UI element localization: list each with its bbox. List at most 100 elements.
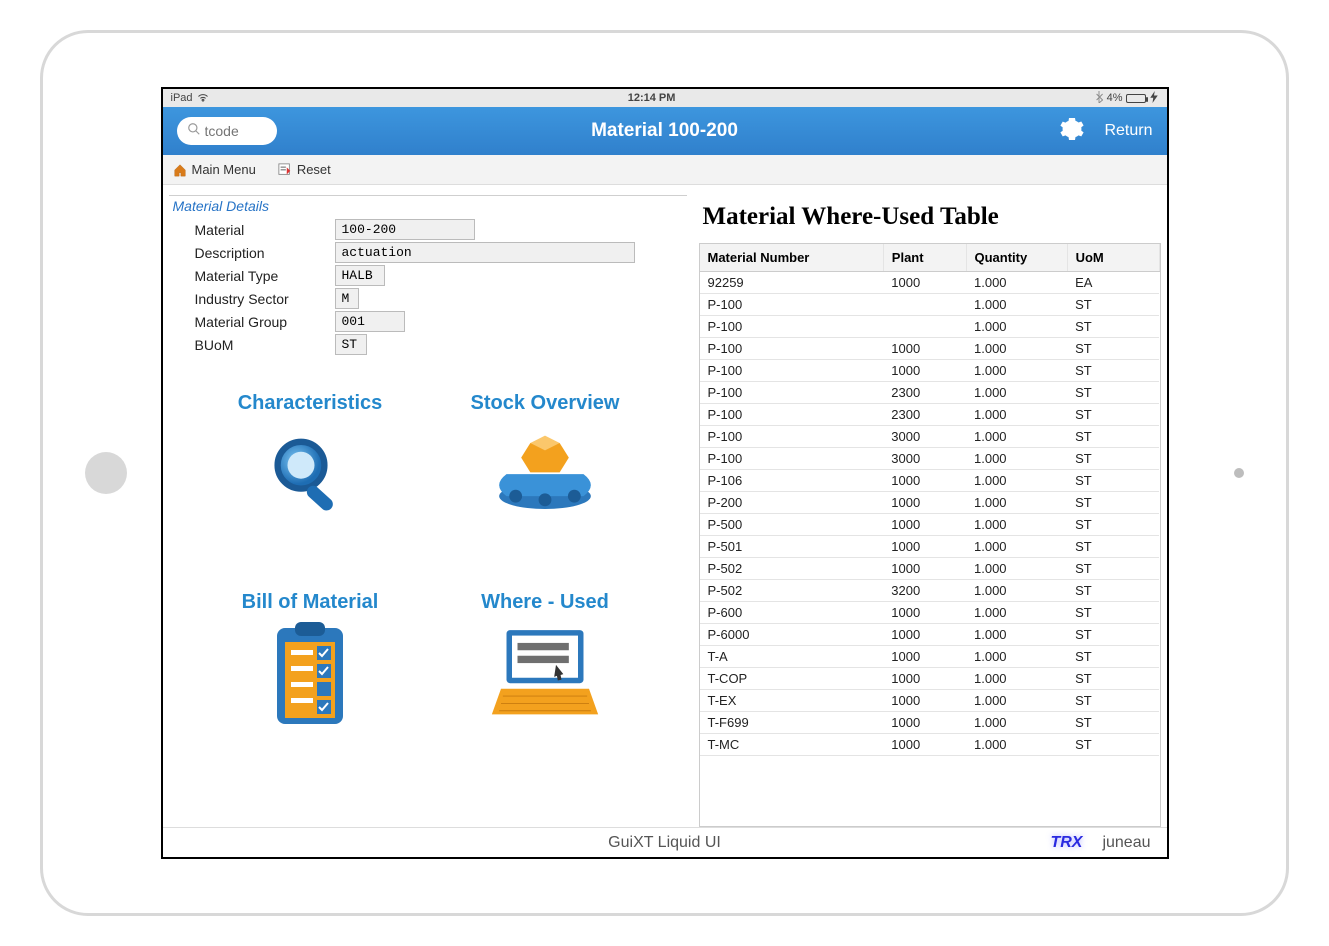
cell-qty: 1.000	[966, 712, 1067, 734]
cell-uom: ST	[1067, 668, 1159, 690]
cell-mat: T-A	[700, 646, 884, 668]
material-group-field[interactable]: 001	[335, 311, 405, 332]
cell-uom: ST	[1067, 690, 1159, 712]
reset-button[interactable]: Reset	[278, 162, 331, 177]
table-row[interactable]: T-EX10001.000ST	[700, 690, 1160, 712]
cell-uom: ST	[1067, 448, 1159, 470]
table-row[interactable]: P-50010001.000ST	[700, 514, 1160, 536]
material-label: Material	[195, 222, 335, 238]
where-used-table[interactable]: Material Number Plant Quantity UoM 92259…	[699, 243, 1161, 827]
cell-uom: ST	[1067, 734, 1159, 756]
table-title: Material Where-Used Table	[703, 203, 1161, 231]
table-row[interactable]: T-MC10001.000ST	[700, 734, 1160, 756]
cell-qty: 1.000	[966, 580, 1067, 602]
table-row[interactable]: P-1001.000ST	[700, 294, 1160, 316]
search-field[interactable]	[177, 117, 277, 145]
main-menu-button[interactable]: Main Menu	[173, 162, 256, 177]
cell-uom: ST	[1067, 580, 1159, 602]
cell-plant: 1000	[883, 646, 966, 668]
where-used-tile[interactable]: Where - Used	[448, 591, 643, 730]
cell-plant	[883, 294, 966, 316]
cell-plant: 3000	[883, 448, 966, 470]
table-row[interactable]: P-60010001.000ST	[700, 602, 1160, 624]
search-input[interactable]	[205, 123, 255, 139]
cell-qty: 1.000	[966, 316, 1067, 338]
cell-plant: 1000	[883, 558, 966, 580]
col-uom: UoM	[1067, 244, 1159, 272]
material-group-label: Material Group	[195, 314, 335, 330]
table-row[interactable]: T-F69910001.000ST	[700, 712, 1160, 734]
cell-mat: P-100	[700, 360, 884, 382]
industry-sector-label: Industry Sector	[195, 291, 335, 307]
cell-plant	[883, 316, 966, 338]
right-pane: Material Where-Used Table Material Numbe…	[693, 185, 1167, 827]
buom-field[interactable]: ST	[335, 334, 367, 355]
trx-label[interactable]: TRX	[1050, 834, 1082, 852]
table-row[interactable]: T-COP10001.000ST	[700, 668, 1160, 690]
table-row[interactable]: 9225910001.000EA	[700, 272, 1160, 294]
main-menu-label: Main Menu	[192, 162, 256, 177]
battery-icon	[1126, 94, 1146, 103]
cell-uom: ST	[1067, 404, 1159, 426]
battery-percent: 4%	[1107, 92, 1123, 104]
cell-mat: P-100	[700, 316, 884, 338]
server-label: juneau	[1102, 834, 1150, 852]
where-used-label: Where - Used	[448, 591, 643, 614]
nav-bar: Material 100-200 Return	[163, 107, 1167, 155]
tile-grid: Characteristics Stock Overview	[163, 362, 693, 740]
industry-sector-field[interactable]: M	[335, 288, 359, 309]
wifi-icon	[197, 92, 209, 105]
table-row[interactable]: P-10030001.000ST	[700, 426, 1160, 448]
table-row[interactable]: P-10023001.000ST	[700, 382, 1160, 404]
table-row[interactable]: P-1001.000ST	[700, 316, 1160, 338]
cell-plant: 3000	[883, 426, 966, 448]
cell-uom: ST	[1067, 426, 1159, 448]
cell-qty: 1.000	[966, 668, 1067, 690]
cell-plant: 1000	[883, 668, 966, 690]
stock-overview-tile[interactable]: Stock Overview	[448, 392, 643, 531]
cell-plant: 1000	[883, 360, 966, 382]
reset-label: Reset	[297, 162, 331, 177]
table-row[interactable]: P-10010001.000ST	[700, 360, 1160, 382]
cell-plant: 2300	[883, 404, 966, 426]
cell-qty: 1.000	[966, 272, 1067, 294]
home-button[interactable]	[85, 452, 127, 494]
cell-mat: P-100	[700, 448, 884, 470]
cell-mat: P-100	[700, 338, 884, 360]
table-row[interactable]: T-A10001.000ST	[700, 646, 1160, 668]
bom-tile[interactable]: Bill of Material	[213, 591, 408, 730]
material-type-field[interactable]: HALB	[335, 265, 385, 286]
cell-mat: P-100	[700, 426, 884, 448]
cell-qty: 1.000	[966, 382, 1067, 404]
table-row[interactable]: P-50110001.000ST	[700, 536, 1160, 558]
gear-icon[interactable]	[1060, 117, 1084, 146]
cell-qty: 1.000	[966, 360, 1067, 382]
table-row[interactable]: P-50232001.000ST	[700, 580, 1160, 602]
cell-qty: 1.000	[966, 602, 1067, 624]
cell-mat: P-6000	[700, 624, 884, 646]
cell-plant: 1000	[883, 712, 966, 734]
cell-plant: 2300	[883, 382, 966, 404]
cell-qty: 1.000	[966, 338, 1067, 360]
material-field[interactable]: 100-200	[335, 219, 475, 240]
cell-plant: 1000	[883, 602, 966, 624]
clipboard-icon	[213, 620, 408, 730]
table-row[interactable]: P-20010001.000ST	[700, 492, 1160, 514]
table-row[interactable]: P-10010001.000ST	[700, 338, 1160, 360]
search-icon	[187, 122, 201, 141]
table-row[interactable]: P-600010001.000ST	[700, 624, 1160, 646]
description-field[interactable]: actuation	[335, 242, 635, 263]
cell-plant: 1000	[883, 492, 966, 514]
cell-plant: 1000	[883, 536, 966, 558]
cell-uom: ST	[1067, 492, 1159, 514]
table-row[interactable]: P-50210001.000ST	[700, 558, 1160, 580]
table-row[interactable]: P-10610001.000ST	[700, 470, 1160, 492]
table-row[interactable]: P-10030001.000ST	[700, 448, 1160, 470]
cell-plant: 1000	[883, 734, 966, 756]
table-row[interactable]: P-10023001.000ST	[700, 404, 1160, 426]
return-button[interactable]: Return	[1104, 122, 1152, 140]
characteristics-tile[interactable]: Characteristics	[213, 392, 408, 531]
home-icon	[173, 163, 187, 177]
cell-qty: 1.000	[966, 448, 1067, 470]
col-material-number: Material Number	[700, 244, 884, 272]
